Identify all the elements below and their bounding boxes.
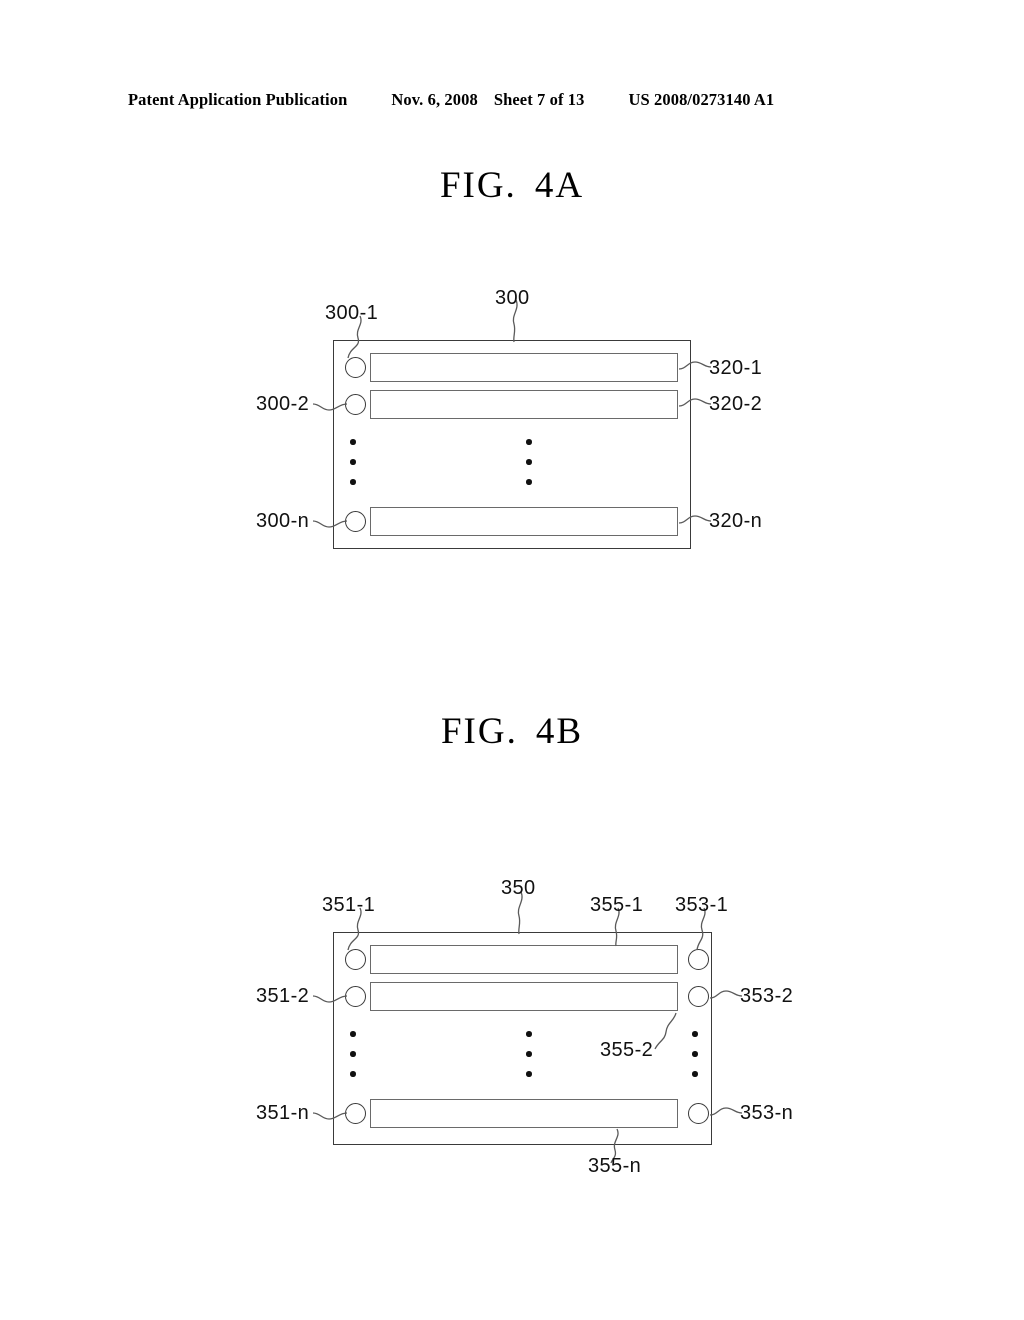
label-353-2: 353-2 [740,985,794,1007]
header-date: Nov. 6, 2008 [391,90,478,109]
label-353-1: 353-1 [675,894,729,916]
label-320-2: 320-2 [709,393,763,415]
bar-355-1 [370,945,678,974]
ellipsis-dots-center-4a [526,439,533,485]
node-circle-353-1 [688,949,709,970]
label-300: 300 [495,287,530,309]
leader-line-353-2 [709,990,743,999]
ellipsis-dots-left-4a [350,439,357,485]
figure-4a-drawing: 300 300-1 320-1 300-2 320-2 300-n 320-n [0,270,1024,570]
header-sheet-number: Sheet 7 of 13 [493,90,585,109]
node-circle-353-2 [688,986,709,1007]
bar-355-2 [370,982,678,1011]
label-320-1: 320-1 [709,357,763,379]
label-351-n: 351-n [256,1102,310,1124]
label-320-n: 320-n [709,510,763,532]
ellipsis-dots-right-4b [692,1031,699,1077]
node-circle-300-2 [345,394,366,415]
node-circle-353-n [688,1103,709,1124]
ellipsis-dots-left-4b [350,1031,357,1077]
label-353-n: 353-n [740,1102,794,1124]
bar-320-n [370,507,678,536]
label-351-2: 351-2 [256,985,310,1007]
label-300-n: 300-n [256,510,310,532]
figure-4b-drawing: 350 351-1 355-1 353-1 351-2 353-2 355-2 [0,865,1024,1185]
node-circle-351-2 [345,986,366,1007]
figure-4a-title-suffix: 4A [534,165,585,206]
label-355-1: 355-1 [590,894,644,916]
header-publication: Patent Application Publication [128,90,348,109]
label-300-2: 300-2 [256,393,310,415]
bar-320-2 [370,390,678,419]
label-355-2: 355-2 [600,1039,654,1061]
figure-4b-title: FIG. 4B [0,710,1024,753]
figure-4b-title-suffix: 4B [535,711,584,752]
figure-4a-title: FIG. 4A [0,164,1024,207]
page-header: Patent Application Publication Nov. 6, 2… [128,90,896,112]
leader-line-353-n [709,1107,743,1116]
bar-320-1 [370,353,678,382]
node-circle-300-n [345,511,366,532]
node-circle-300-1 [345,357,366,378]
node-circle-351-n [345,1103,366,1124]
label-351-1: 351-1 [322,894,376,916]
header-patent-number: US 2008/0273140 A1 [628,90,775,109]
label-355-n: 355-n [588,1155,642,1177]
bar-355-n [370,1099,678,1128]
figure-4a-title-prefix: FIG. [439,165,517,206]
figure-4b-title-prefix: FIG. [440,711,518,752]
label-350: 350 [501,877,536,899]
ellipsis-dots-center-4b [526,1031,533,1077]
label-300-1: 300-1 [325,302,379,324]
node-circle-351-1 [345,949,366,970]
